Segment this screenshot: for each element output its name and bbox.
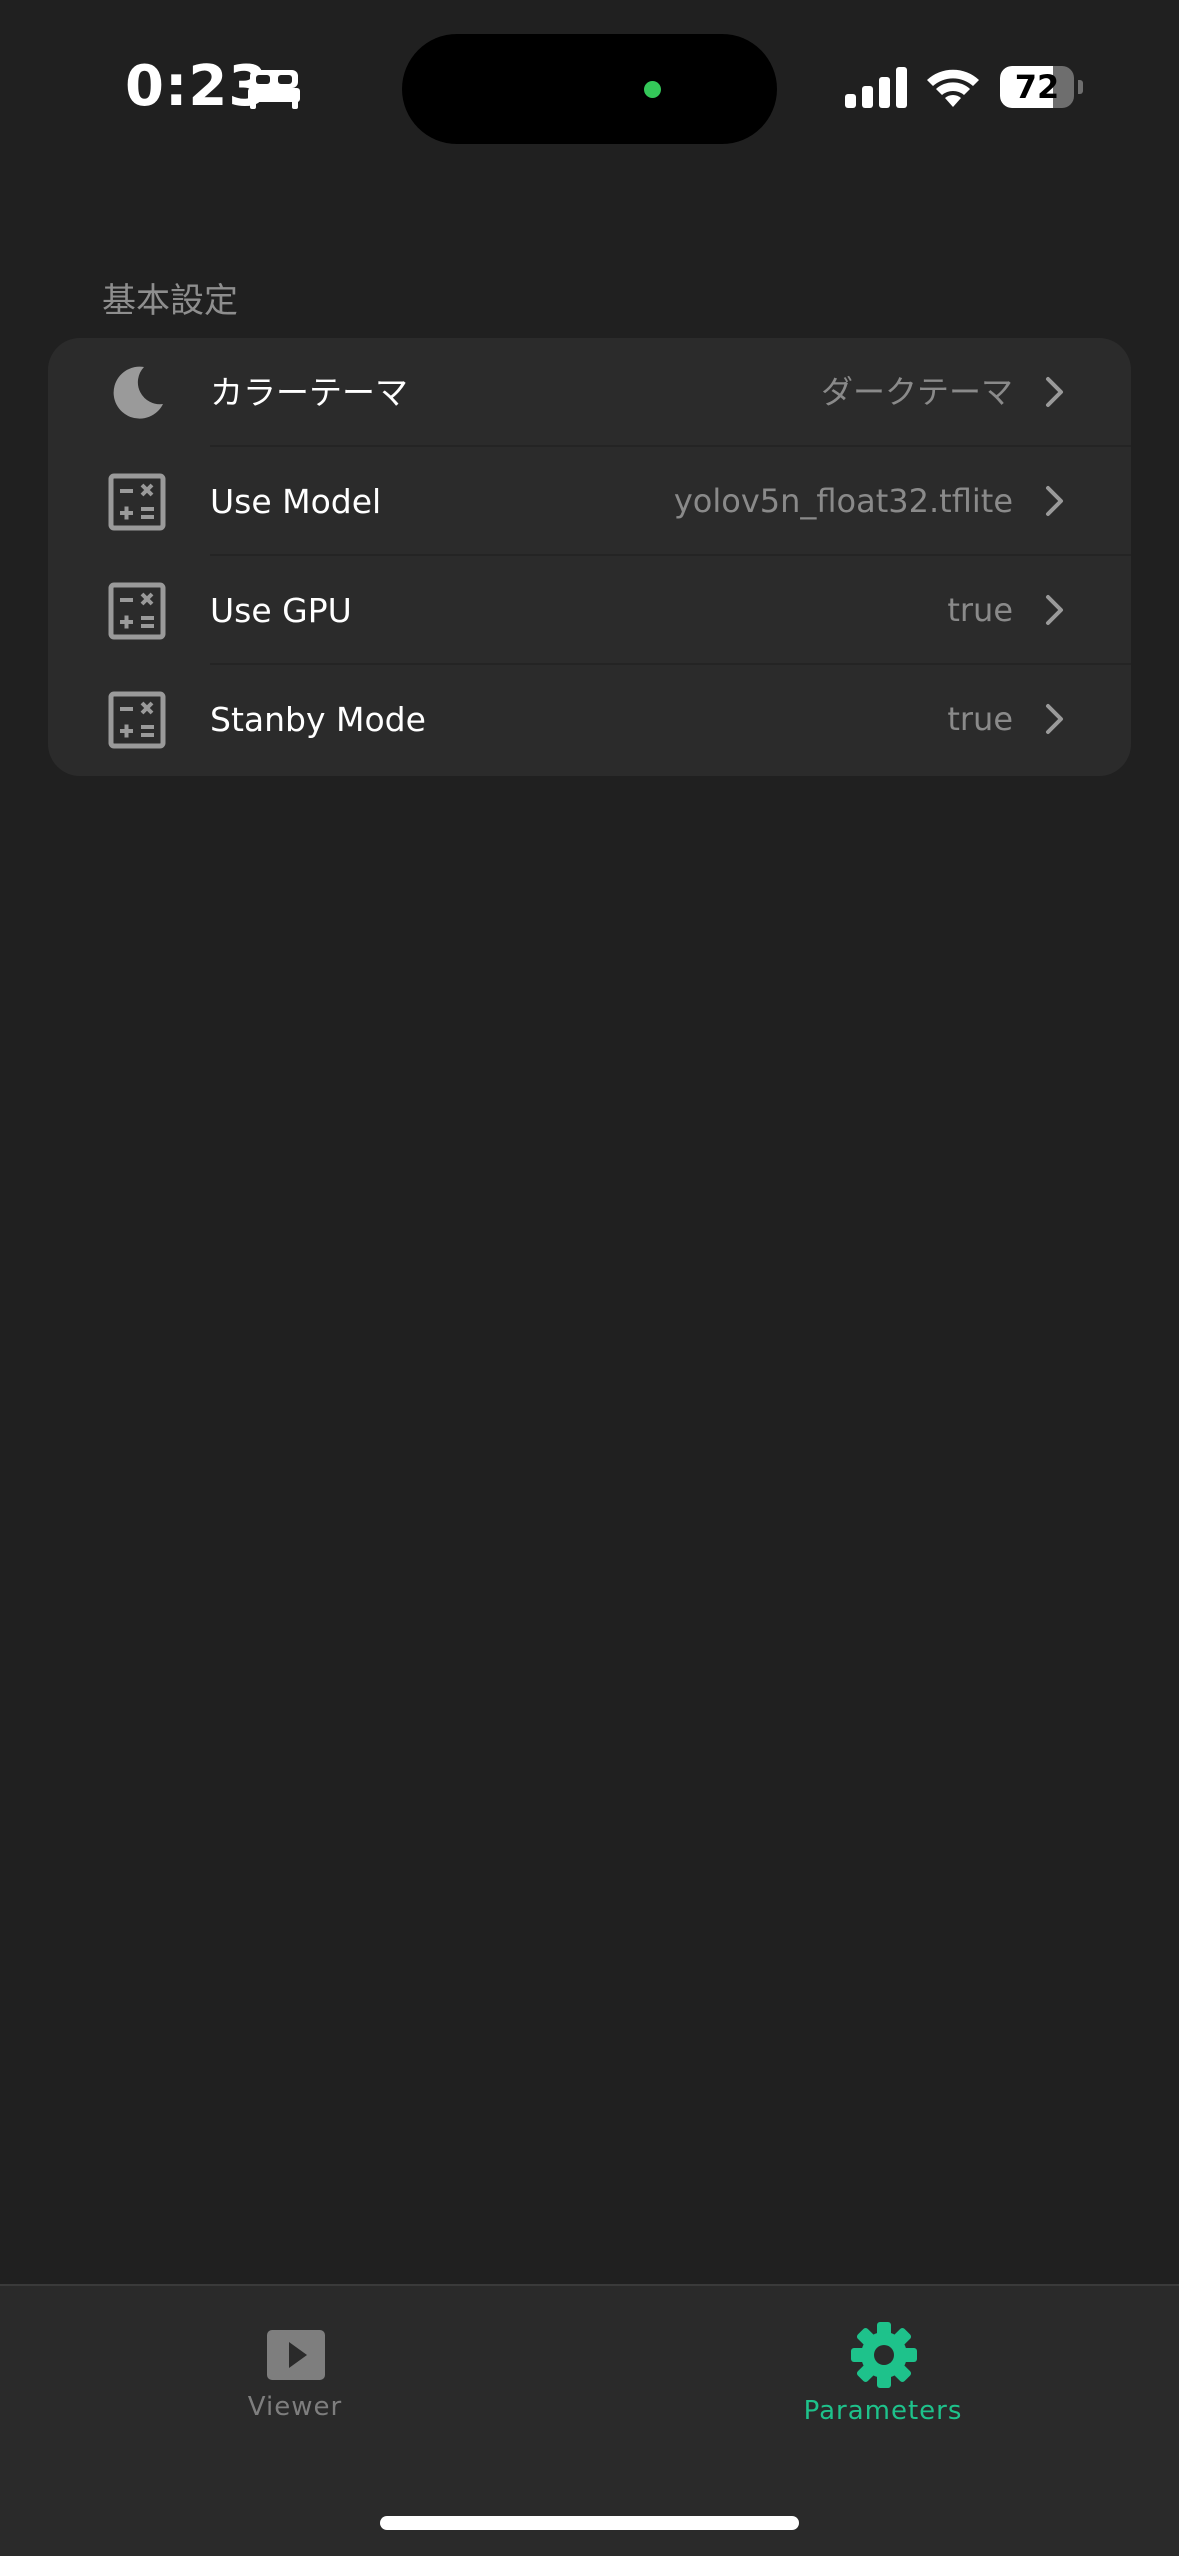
bed-icon <box>248 70 300 109</box>
moon-icon <box>113 366 163 419</box>
tab-label: Viewer <box>247 2392 343 2422</box>
tab-viewer[interactable]: Viewer <box>95 2286 495 2446</box>
row-value: yolov5n_float32.tflite <box>673 482 1013 520</box>
status-time: 0:23 <box>125 54 269 119</box>
dynamic-island <box>402 34 777 144</box>
row-label: Use Model <box>210 482 382 521</box>
tab-label: Parameters <box>803 2396 963 2426</box>
chevron-right-icon <box>1046 595 1063 625</box>
cellular-signal-icon <box>845 67 907 108</box>
calculator-icon <box>108 582 166 640</box>
row-value: true <box>947 700 1013 738</box>
chevron-right-icon <box>1046 704 1063 734</box>
section-header: 基本設定 <box>102 281 238 321</box>
battery-tip <box>1078 80 1083 94</box>
chevron-right-icon <box>1046 377 1063 407</box>
home-indicator[interactable] <box>380 2516 799 2530</box>
row-label: Use GPU <box>210 591 352 630</box>
settings-row-use-model[interactable]: Use Model yolov5n_float32.tflite <box>48 447 1131 556</box>
row-value: true <box>947 591 1013 629</box>
calculator-icon <box>108 473 166 531</box>
settings-group: カラーテーマ ダークテーマ Use Model yolov5n_float32.… <box>48 338 1131 776</box>
settings-screen: 0:23 72 基本設定 カラーテーマ ダークテーマ Use Model yol… <box>0 0 1179 2556</box>
battery-level: 72 <box>1014 68 1060 106</box>
row-label: カラーテーマ <box>210 373 408 412</box>
settings-row-stanby-mode[interactable]: Stanby Mode true <box>48 665 1131 774</box>
row-value: ダークテーマ <box>820 373 1013 411</box>
settings-row-use-gpu[interactable]: Use GPU true <box>48 556 1131 665</box>
settings-row-color-theme[interactable]: カラーテーマ ダークテーマ <box>48 338 1131 447</box>
calculator-icon <box>108 691 166 749</box>
play-icon <box>267 2330 325 2380</box>
chevron-right-icon <box>1046 486 1063 516</box>
battery-indicator: 72 <box>1000 66 1074 108</box>
gear-icon <box>851 2322 917 2388</box>
wifi-icon <box>927 69 979 107</box>
privacy-indicator-dot <box>644 81 661 98</box>
row-label: Stanby Mode <box>210 700 426 739</box>
tab-parameters[interactable]: Parameters <box>683 2286 1083 2446</box>
